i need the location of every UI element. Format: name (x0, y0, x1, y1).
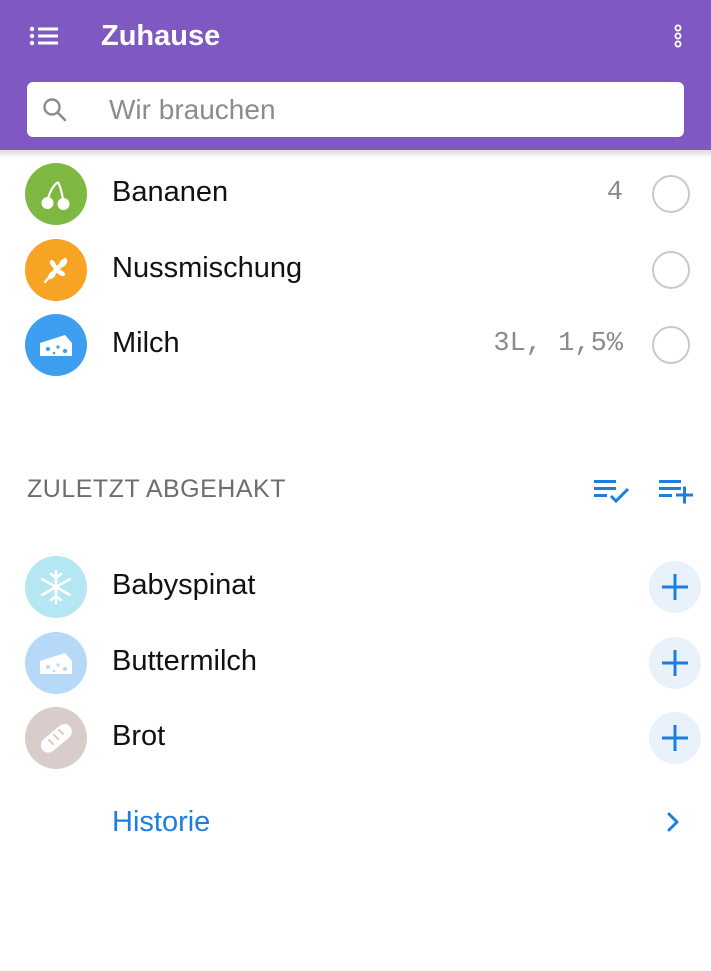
section-header: ZULETZT ABGEHAKT (27, 475, 286, 503)
add-button[interactable] (649, 712, 701, 764)
search-bar[interactable] (27, 82, 684, 137)
add-button[interactable] (649, 637, 701, 689)
cheese-icon (25, 314, 87, 376)
list-item[interactable]: Buttermilch (0, 628, 711, 698)
cherry-icon (25, 163, 87, 225)
list-item[interactable]: Bananen 4 (0, 159, 711, 229)
list-menu-icon[interactable] (26, 22, 62, 52)
app-bar: Zuhause (0, 0, 711, 150)
list-item[interactable]: Milch 3L, 1,5% (0, 310, 711, 380)
check-circle[interactable] (652, 251, 690, 289)
chevron-right-icon[interactable] (662, 808, 684, 836)
app-bar-shadow (0, 150, 711, 158)
item-name: Brot (112, 720, 166, 752)
list-item[interactable]: Brot (0, 703, 711, 773)
item-quantity: 3L, 1,5% (493, 329, 623, 359)
item-quantity: 4 (606, 178, 623, 208)
playlist-add-icon[interactable] (657, 474, 697, 508)
check-circle[interactable] (652, 326, 690, 364)
item-name: Babyspinat (112, 569, 256, 601)
bread-icon (25, 707, 87, 769)
checklist-done-icon[interactable] (592, 474, 632, 508)
item-name: Bananen (112, 176, 229, 208)
item-name: Nussmischung (112, 252, 303, 284)
item-name: Milch (112, 327, 180, 359)
grain-icon (25, 239, 87, 301)
list-item[interactable]: Babyspinat (0, 552, 711, 622)
snowflake-icon (25, 556, 87, 618)
check-circle[interactable] (652, 175, 690, 213)
page-title: Zuhause (101, 20, 221, 52)
add-button[interactable] (649, 561, 701, 613)
list-item[interactable]: Nussmischung (0, 235, 711, 305)
search-input[interactable] (109, 82, 669, 137)
more-vertical-icon[interactable] (664, 20, 692, 54)
item-name: Buttermilch (112, 645, 258, 677)
history-link[interactable]: Historie (112, 804, 210, 840)
cheese-icon (25, 632, 87, 694)
search-icon (41, 96, 69, 124)
